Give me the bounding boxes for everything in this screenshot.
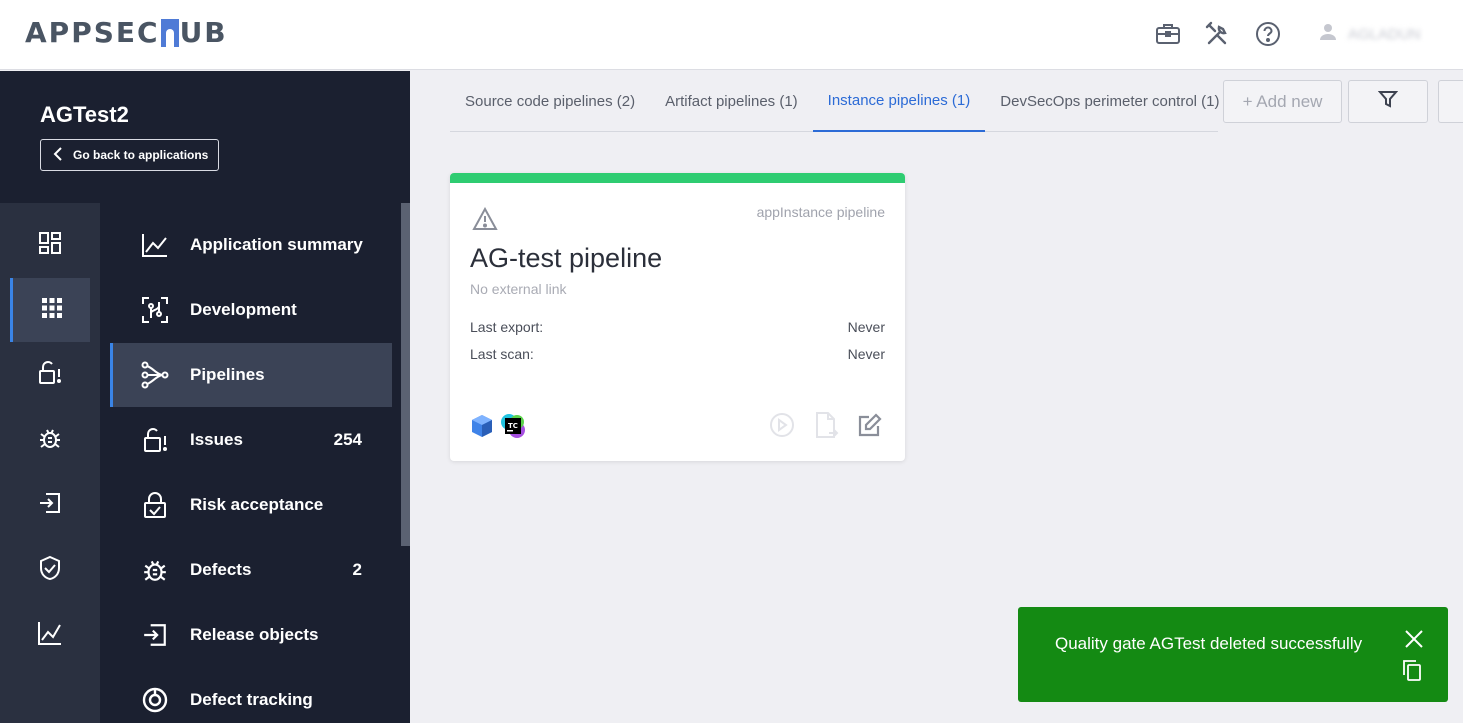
chevron-left-icon — [53, 146, 63, 164]
close-icon[interactable] — [1404, 629, 1424, 654]
application-title: AGTest2 — [40, 102, 129, 127]
add-new-button[interactable]: + Add new — [1223, 80, 1342, 123]
pipeline-tabs: Source code pipelines (2) Artifact pipel… — [450, 71, 1220, 132]
lock-check-icon — [140, 490, 170, 520]
user-icon — [1318, 22, 1338, 47]
menu-item-issues[interactable]: Issues 254 — [110, 408, 392, 472]
lock-alert-icon — [140, 425, 170, 455]
last-scan-value: Never — [847, 346, 885, 362]
back-to-applications-button[interactable]: Go back to applications — [40, 139, 219, 171]
menu-scrollbar[interactable] — [401, 203, 410, 546]
rail-item-applications[interactable] — [10, 278, 90, 342]
application-menu: Application summary Development Pipeline… — [100, 203, 410, 723]
pipeline-title[interactable]: AG-test pipeline — [470, 243, 662, 274]
last-export-value: Never — [847, 319, 885, 335]
tab-instance-pipelines[interactable]: Instance pipelines (1) — [812, 71, 986, 132]
cube-tool-icon — [470, 413, 494, 444]
success-toast: Quality gate AGTest deleted successfully — [1018, 607, 1448, 702]
toast-message: Quality gate AGTest deleted successfully — [1055, 634, 1363, 653]
menu-item-application-summary[interactable]: Application summary — [110, 213, 392, 277]
app-logo[interactable]: APPSEC UB — [25, 16, 228, 49]
back-button-label: Go back to applications — [73, 148, 209, 162]
rail-item-reports[interactable] — [10, 603, 90, 667]
pipeline-type-label: appInstance pipeline — [756, 204, 885, 220]
tab-artifact-pipelines[interactable]: Artifact pipelines (1) — [650, 71, 813, 132]
rail-item-release[interactable] — [10, 473, 90, 537]
rail-item-dashboard[interactable] — [10, 213, 90, 277]
user-name: AGLADUN — [1348, 25, 1421, 43]
copy-icon[interactable] — [1402, 659, 1422, 686]
tools-icon[interactable] — [1204, 20, 1232, 48]
icon-rail — [0, 203, 100, 723]
logo-text-right: UB — [179, 16, 228, 49]
filter-icon — [1377, 89, 1399, 114]
logo-text-left: APPSEC — [25, 16, 160, 49]
rail-item-defects[interactable] — [10, 408, 90, 472]
pipeline-external-link: No external link — [470, 281, 567, 297]
menu-item-label: Issues — [190, 430, 243, 449]
rail-item-security[interactable] — [10, 538, 90, 602]
dashboard-icon — [38, 231, 62, 260]
last-export-label: Last export: — [470, 319, 544, 335]
chart-line-icon — [140, 230, 170, 260]
menu-item-development[interactable]: Development — [110, 278, 392, 342]
last-export-row: Last export: Never — [470, 319, 885, 335]
shield-icon — [38, 555, 62, 586]
lock-alert-icon — [37, 360, 63, 391]
run-icon[interactable] — [769, 412, 795, 443]
menu-item-label: Application summary — [190, 235, 363, 254]
menu-item-defect-tracking[interactable]: Defect tracking — [110, 668, 392, 723]
rail-item-issues[interactable] — [10, 343, 90, 407]
more-options-button[interactable] — [1438, 80, 1463, 123]
chart-icon — [37, 620, 63, 651]
bug-icon — [140, 555, 170, 585]
menu-item-label: Release objects — [190, 625, 319, 644]
sign-in-icon — [140, 620, 170, 650]
pipeline-tools: TC — [470, 413, 526, 444]
menu-item-release-objects[interactable]: Release objects — [110, 603, 392, 667]
menu-item-pipelines[interactable]: Pipelines — [110, 343, 392, 407]
last-scan-row: Last scan: Never — [470, 346, 885, 362]
sign-in-icon — [38, 491, 62, 520]
last-scan-label: Last scan: — [470, 346, 534, 362]
bug-icon — [38, 426, 62, 455]
svg-text:TC: TC — [508, 422, 518, 430]
top-bar: APPSEC UB AGLADUN — [0, 0, 1463, 70]
menu-item-risk-acceptance[interactable]: Risk acceptance — [110, 473, 392, 537]
code-scan-icon — [140, 295, 170, 325]
warning-icon — [472, 206, 498, 236]
top-icons: AGLADUN — [1154, 20, 1438, 48]
pipeline-icon — [140, 360, 170, 390]
application-header: AGTest2 Go back to applications — [0, 71, 410, 203]
issues-count-badge: 254 — [333, 430, 362, 449]
briefcase-icon[interactable] — [1154, 20, 1182, 48]
menu-item-label: Risk acceptance — [190, 495, 324, 514]
menu-item-label: Defects — [190, 560, 252, 579]
pipeline-status-bar — [450, 173, 905, 183]
target-icon — [140, 685, 170, 715]
tab-source-code-pipelines[interactable]: Source code pipelines (2) — [450, 71, 650, 132]
user-menu[interactable]: AGLADUN — [1318, 22, 1438, 47]
menu-item-label: Development — [190, 300, 297, 319]
menu-item-label: Pipelines — [190, 365, 265, 384]
menu-item-label: Defect tracking — [190, 690, 313, 709]
apps-grid-icon — [41, 297, 63, 324]
teamcity-icon: TC — [500, 413, 526, 444]
pipeline-card[interactable]: appInstance pipeline AG-test pipeline No… — [450, 173, 905, 461]
edit-icon[interactable] — [857, 412, 883, 443]
defects-count-badge: 2 — [352, 560, 362, 579]
menu-item-defects[interactable]: Defects 2 — [110, 538, 392, 602]
filter-button[interactable] — [1348, 80, 1428, 123]
tab-devsecops-perimeter-control[interactable]: DevSecOps perimeter control (1) — [985, 71, 1234, 132]
pipeline-actions — [769, 411, 883, 444]
export-file-icon[interactable] — [813, 411, 839, 444]
help-icon[interactable] — [1254, 20, 1282, 48]
logo-h-mark — [160, 18, 179, 47]
